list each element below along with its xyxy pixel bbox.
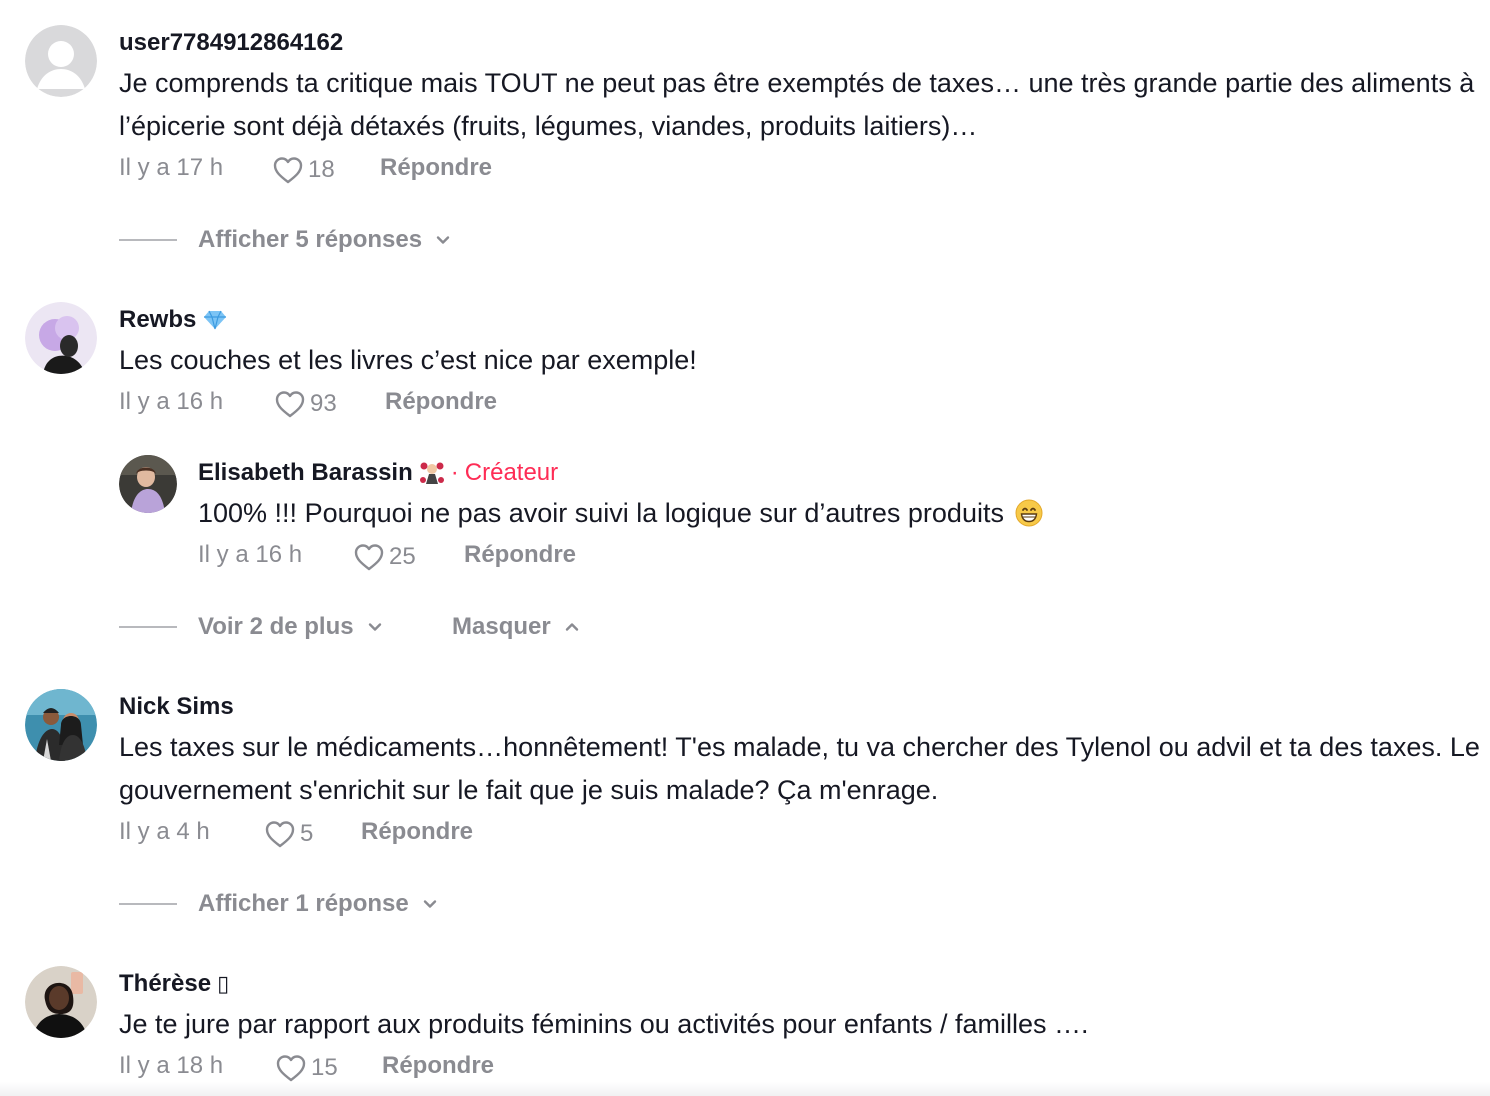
like-count: 5: [300, 820, 314, 847]
heart-icon: [265, 821, 295, 848]
avatar[interactable]: [25, 966, 97, 1038]
heart-icon: [275, 391, 305, 418]
thread-divider: [119, 239, 177, 241]
thread-divider: [119, 626, 177, 628]
username[interactable]: Nick Sims: [119, 692, 234, 722]
avatar[interactable]: [119, 455, 177, 513]
username[interactable]: user7784912864162: [119, 28, 343, 58]
bottom-scroll-fade: [0, 1082, 1490, 1096]
reply-username[interactable]: Elisabeth Barassin · Créateur: [198, 458, 558, 488]
username-text[interactable]: Elisabeth Barassin: [198, 458, 413, 488]
show-replies-button[interactable]: Afficher 1 réponse: [198, 889, 439, 919]
username[interactable]: Thérèse ▯: [119, 969, 229, 999]
view-more-label: Voir 2 de plus: [198, 613, 354, 640]
timestamp: Il y a 18 h: [119, 1052, 224, 1079]
username-text[interactable]: Thérèse: [119, 969, 211, 999]
comment-text: Je comprends ta critique mais TOUT ne pe…: [119, 68, 1475, 141]
gem-icon: [204, 310, 227, 330]
heart-icon: [273, 157, 303, 184]
username[interactable]: Rewbs: [119, 305, 228, 335]
avatar[interactable]: [25, 689, 97, 761]
timestamp: Il y a 4 h: [119, 818, 210, 845]
heart-icon: [354, 544, 384, 571]
timestamp: Il y a 16 h: [119, 388, 224, 415]
comment-text: Les couches et les livres c’est nice par…: [119, 345, 697, 375]
like-button[interactable]: 5: [264, 819, 313, 849]
creator-badge: Créateur: [464, 459, 559, 486]
chevron-down-icon: [436, 236, 450, 244]
comment-text: Je te jure par rapport aux produits fémi…: [119, 1009, 1089, 1039]
like-button[interactable]: 18: [272, 155, 335, 185]
grinning-emoji-icon: [1015, 499, 1043, 527]
reply-text-content: 100% !!! Pourquoi ne pas avoir suivi la …: [198, 498, 1004, 528]
hide-label: Masquer: [452, 613, 551, 640]
like-count: 15: [311, 1054, 338, 1081]
username-text[interactable]: user7784912864162: [119, 28, 343, 58]
reply-button[interactable]: Répondre: [361, 817, 473, 847]
like-button[interactable]: 25: [353, 542, 416, 572]
reply-text: 100% !!! Pourquoi ne pas avoir suivi la …: [198, 492, 1478, 535]
unknown-emoji-glyph: ▯: [217, 971, 230, 996]
show-replies-label: Afficher 5 réponses: [198, 226, 423, 253]
reply-button[interactable]: Répondre: [380, 153, 492, 183]
like-count: 93: [310, 390, 337, 417]
hide-replies-button[interactable]: Masquer: [452, 612, 581, 642]
show-replies-label: Afficher 1 réponse: [198, 890, 409, 917]
like-count: 25: [389, 543, 416, 570]
like-count: 18: [308, 156, 335, 183]
username-text[interactable]: Nick Sims: [119, 692, 234, 722]
view-more-replies-button[interactable]: Voir 2 de plus: [198, 612, 384, 642]
heart-icon: [276, 1055, 306, 1082]
reply-button[interactable]: Répondre: [464, 540, 576, 570]
avatar[interactable]: [25, 25, 97, 97]
reply-button[interactable]: Répondre: [382, 1051, 494, 1081]
separator-dot: ·: [450, 459, 459, 486]
chevron-down-icon: [423, 900, 436, 908]
cheerleader-emoji-icon: [419, 462, 444, 484]
timestamp: Il y a 16 h: [198, 541, 303, 568]
show-replies-button[interactable]: Afficher 5 réponses: [198, 225, 452, 255]
username-text[interactable]: Rewbs: [119, 305, 196, 335]
chevron-up-icon: [565, 623, 578, 631]
like-button[interactable]: 93: [274, 389, 337, 419]
timestamp: Il y a 17 h: [119, 154, 224, 181]
reply-button[interactable]: Répondre: [385, 387, 497, 417]
avatar[interactable]: [25, 302, 97, 374]
comment-text: Les taxes sur le médicaments…honnêtement…: [119, 732, 1480, 805]
thread-divider: [119, 903, 177, 905]
chevron-down-icon: [368, 623, 381, 631]
like-button[interactable]: 15: [275, 1053, 338, 1083]
